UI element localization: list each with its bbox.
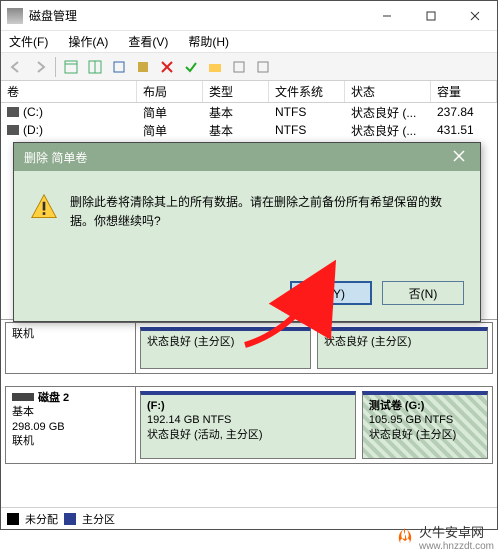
volume-row[interactable]: (D:) 简单 基本 NTFS 状态良好 (... 431.51 bbox=[1, 121, 497, 139]
legend-unallocated-label: 未分配 bbox=[25, 511, 58, 527]
volume-layout: 简单 bbox=[137, 104, 203, 121]
legend-unallocated-swatch bbox=[7, 513, 19, 525]
volume-icon bbox=[7, 125, 19, 135]
forward-icon bbox=[29, 56, 51, 78]
partition-status: 状态良好 (活动, 主分区) bbox=[147, 429, 263, 441]
volume-layout: 简单 bbox=[137, 122, 203, 139]
col-volume[interactable]: 卷 bbox=[1, 81, 137, 102]
col-capacity[interactable]: 容量 bbox=[431, 81, 497, 102]
delete-volume-dialog: 删除 简单卷 删除此卷将清除其上的所有数据。请在删除之前备份所有希望保留的数据。… bbox=[13, 142, 481, 322]
col-status[interactable]: 状态 bbox=[345, 81, 431, 102]
volume-type: 基本 bbox=[203, 104, 269, 121]
col-layout[interactable]: 布局 bbox=[137, 81, 203, 102]
back-icon bbox=[5, 56, 27, 78]
volume-fs: NTFS bbox=[269, 123, 345, 137]
partition-size: 105.95 GB NTFS bbox=[369, 414, 453, 426]
disk-icon bbox=[12, 393, 34, 401]
dialog-titlebar: 删除 简单卷 bbox=[14, 143, 480, 171]
warning-icon bbox=[30, 193, 58, 221]
minimize-button[interactable] bbox=[365, 1, 409, 31]
delete-icon[interactable] bbox=[156, 56, 178, 78]
maximize-button[interactable] bbox=[409, 1, 453, 31]
action2-icon[interactable] bbox=[252, 56, 274, 78]
volume-cap: 237.84 bbox=[431, 105, 497, 119]
partition-status: 状态良好 (主分区) bbox=[147, 336, 234, 348]
col-fs[interactable]: 文件系统 bbox=[269, 81, 345, 102]
disk-status: 联机 bbox=[12, 328, 34, 340]
volume-row[interactable]: (C:) 简单 基本 NTFS 状态良好 (... 237.84 bbox=[1, 103, 497, 121]
partitions: (F:) 192.14 GB NTFS 状态良好 (活动, 主分区) 测试卷 (… bbox=[136, 387, 492, 463]
partition-status: 状态良好 (主分区) bbox=[369, 429, 456, 441]
partition-size: 192.14 GB NTFS bbox=[147, 414, 231, 426]
window-title: 磁盘管理 bbox=[29, 7, 365, 24]
view1-icon[interactable] bbox=[60, 56, 82, 78]
volume-list: (C:) 简单 基本 NTFS 状态良好 (... 237.84 (D:) 简单… bbox=[1, 103, 497, 139]
toolbar bbox=[1, 53, 497, 81]
app-icon bbox=[7, 8, 23, 24]
dialog-title: 删除 简单卷 bbox=[24, 149, 448, 166]
action1-icon[interactable] bbox=[228, 56, 250, 78]
watermark: 火牛安卓网 www.hnzzdt.com bbox=[395, 522, 494, 552]
window-controls bbox=[365, 1, 497, 31]
col-type[interactable]: 类型 bbox=[203, 81, 269, 102]
partition-f[interactable]: (F:) 192.14 GB NTFS 状态良好 (活动, 主分区) bbox=[140, 391, 356, 459]
volume-name: (C:) bbox=[23, 105, 43, 119]
dialog-body: 删除此卷将清除其上的所有数据。请在删除之前备份所有希望保留的数据。你想继续吗? bbox=[14, 171, 480, 281]
legend-primary-swatch bbox=[64, 513, 76, 525]
partition-g-selected[interactable]: 测试卷 (G:) 105.95 GB NTFS 状态良好 (主分区) bbox=[362, 391, 488, 459]
partition-label: (F:) bbox=[147, 400, 165, 412]
view2-icon[interactable] bbox=[84, 56, 106, 78]
disk-map: 联机 状态良好 (主分区) 状态良好 (主分区) 磁盘 2 基本 298.09 … bbox=[1, 319, 497, 464]
close-button[interactable] bbox=[453, 1, 497, 31]
disk-row: 磁盘 2 基本 298.09 GB 联机 (F:) 192.14 GB NTFS… bbox=[5, 386, 493, 464]
volume-cap: 431.51 bbox=[431, 123, 497, 137]
disk-row: 联机 状态良好 (主分区) 状态良好 (主分区) bbox=[5, 322, 493, 374]
dialog-message: 删除此卷将清除其上的所有数据。请在删除之前备份所有希望保留的数据。你想继续吗? bbox=[70, 193, 464, 265]
watermark-name: 火牛安卓网 bbox=[419, 525, 484, 540]
volume-list-header: 卷 布局 类型 文件系统 状态 容量 bbox=[1, 81, 497, 103]
flame-icon bbox=[395, 527, 415, 547]
disk-info: 联机 bbox=[6, 323, 136, 373]
partition[interactable]: 状态良好 (主分区) bbox=[140, 327, 311, 369]
partition-label: 测试卷 (G:) bbox=[369, 400, 425, 412]
menu-file[interactable]: 文件(F) bbox=[5, 31, 52, 52]
legend-primary-label: 主分区 bbox=[82, 511, 115, 527]
check-icon[interactable] bbox=[180, 56, 202, 78]
volume-type: 基本 bbox=[203, 122, 269, 139]
partition-status: 状态良好 (主分区) bbox=[324, 336, 411, 348]
partition[interactable]: 状态良好 (主分区) bbox=[317, 327, 488, 369]
volume-name: (D:) bbox=[23, 123, 43, 137]
dialog-buttons: 是(Y) 否(N) bbox=[14, 281, 480, 321]
refresh-icon[interactable] bbox=[108, 56, 130, 78]
volume-status: 状态良好 (... bbox=[345, 104, 431, 121]
volume-icon bbox=[7, 107, 19, 117]
no-button[interactable]: 否(N) bbox=[382, 281, 464, 305]
disk-type: 基本 bbox=[12, 405, 129, 419]
disk-status: 联机 bbox=[12, 434, 129, 448]
menu-action[interactable]: 操作(A) bbox=[64, 31, 112, 52]
titlebar: 磁盘管理 bbox=[1, 1, 497, 31]
menubar: 文件(F) 操作(A) 查看(V) 帮助(H) bbox=[1, 31, 497, 53]
disk-name: 磁盘 2 bbox=[38, 392, 69, 404]
volume-fs: NTFS bbox=[269, 105, 345, 119]
partitions: 状态良好 (主分区) 状态良好 (主分区) bbox=[136, 323, 492, 373]
yes-button[interactable]: 是(Y) bbox=[290, 281, 372, 305]
menu-view[interactable]: 查看(V) bbox=[124, 31, 172, 52]
folder-icon[interactable] bbox=[204, 56, 226, 78]
menu-help[interactable]: 帮助(H) bbox=[184, 31, 233, 52]
toolbar-separator bbox=[55, 57, 56, 77]
dialog-close-icon[interactable] bbox=[448, 150, 470, 165]
disk-info: 磁盘 2 基本 298.09 GB 联机 bbox=[6, 387, 136, 463]
watermark-url: www.hnzzdt.com bbox=[419, 541, 494, 552]
settings-icon[interactable] bbox=[132, 56, 154, 78]
disk-size: 298.09 GB bbox=[12, 420, 129, 434]
volume-status: 状态良好 (... bbox=[345, 122, 431, 139]
